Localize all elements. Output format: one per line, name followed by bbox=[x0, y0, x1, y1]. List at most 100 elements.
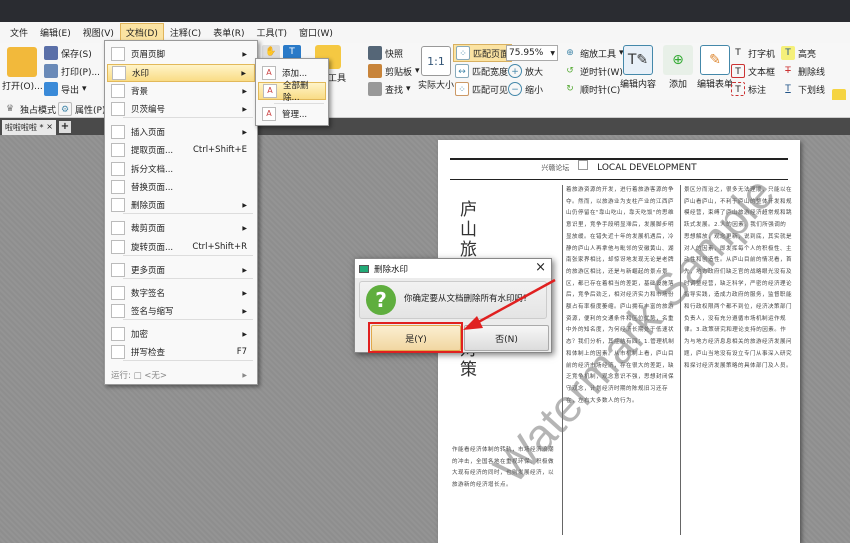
menu-item-label: 贝茨编号 bbox=[131, 105, 166, 115]
print-label: 打印(P)... bbox=[61, 67, 101, 78]
menu-item[interactable]: 更多页面 ▶ bbox=[107, 261, 255, 279]
fit-page-button[interactable]: ⁘ 匹配页面 bbox=[453, 44, 513, 62]
watermark-manage-item[interactable]: A 管理... bbox=[258, 105, 326, 123]
zoom-tool-button[interactable]: ⊕ 缩放工具 ▾ bbox=[563, 46, 623, 60]
exclusive-label: 独占模式 bbox=[20, 105, 57, 116]
textbox-button[interactable]: T 文本框 bbox=[731, 64, 775, 78]
exclusive-mode-button[interactable]: ♛ 独占模式 bbox=[3, 102, 56, 116]
menu-file[interactable]: 文件 bbox=[4, 23, 34, 42]
menu-item[interactable]: 拆分文档... bbox=[107, 160, 255, 178]
strikeout-icon: T bbox=[785, 66, 791, 76]
menu-item-label: 水印 bbox=[132, 69, 150, 79]
menu-separator bbox=[123, 117, 253, 118]
export-label: 导出 bbox=[61, 85, 80, 96]
zoom-out-label: 缩小 bbox=[525, 85, 544, 96]
typewriter-icon: T bbox=[735, 48, 741, 58]
menu-separator bbox=[123, 319, 253, 320]
new-tab-button[interactable]: + bbox=[59, 121, 71, 133]
menu-item-label: 裁剪页面 bbox=[131, 224, 166, 234]
clipboard-icon bbox=[368, 64, 382, 78]
menu-item-label: 页眉页脚 bbox=[131, 50, 166, 60]
menu-window[interactable]: 窗口(W) bbox=[293, 23, 339, 42]
menu-item[interactable]: 运行: □ <无> ▶ bbox=[107, 366, 255, 384]
split-doc-icon bbox=[111, 162, 125, 176]
highlight-annotation-box bbox=[368, 322, 463, 353]
chevron-right-icon: ▶ bbox=[242, 307, 247, 315]
watermark-remove-all-item[interactable]: A 全部删除... bbox=[258, 81, 326, 103]
chevron-right-icon: ▶ bbox=[242, 201, 247, 209]
tab-close-button[interactable]: × bbox=[46, 122, 53, 133]
chevron-right-icon: ▶ bbox=[242, 128, 247, 136]
menu-item[interactable]: 数字签名 ▶ bbox=[107, 284, 255, 302]
zoom-combo[interactable]: 75.95% ▼ bbox=[506, 45, 558, 61]
underline-button[interactable]: T 下划线 bbox=[781, 82, 825, 96]
chevron-right-icon: ▶ bbox=[242, 266, 247, 274]
print-button[interactable]: 打印(P)... bbox=[44, 64, 100, 78]
zoom-out-button[interactable]: − 缩小 bbox=[508, 82, 543, 96]
chevron-down-icon: ▼ bbox=[550, 49, 555, 57]
edit-content-button[interactable]: T✎ 编辑内容 bbox=[620, 45, 656, 90]
find-button[interactable]: 查找 ▾ bbox=[368, 82, 411, 96]
strikeout-label: 删除线 bbox=[798, 67, 826, 78]
snapshot-button[interactable]: 快照 bbox=[368, 46, 403, 60]
chevron-right-icon: ▶ bbox=[242, 105, 247, 113]
insert-page-icon bbox=[111, 125, 125, 139]
digital-signature-icon bbox=[111, 286, 125, 300]
menu-item[interactable]: 加密 ▶ bbox=[107, 325, 255, 343]
underline-label: 下划线 bbox=[798, 85, 826, 96]
menu-separator bbox=[123, 213, 253, 214]
rotate-ccw-icon: ↺ bbox=[566, 66, 574, 76]
magnifier-icon: ⊕ bbox=[566, 48, 574, 58]
document-tab[interactable]: 啦啦啦啦 * × bbox=[2, 120, 56, 135]
more-pages-icon bbox=[111, 263, 125, 277]
actual-size-button[interactable]: 1:1 实际大小 bbox=[418, 46, 454, 91]
rotate-page-icon bbox=[111, 240, 125, 254]
menu-item[interactable]: 页眉页脚 ▶ bbox=[107, 45, 255, 63]
menu-item[interactable]: 删除页面 ▶ bbox=[107, 196, 255, 214]
menu-item[interactable]: 旋转页面... Ctrl+Shift+R bbox=[107, 238, 255, 256]
chevron-right-icon: ▶ bbox=[242, 50, 247, 58]
tab-label: 啦啦啦啦 * bbox=[5, 123, 44, 132]
zoom-in-label: 放大 bbox=[525, 67, 544, 78]
header-en: LOCAL DEVELOPMENT bbox=[597, 163, 697, 173]
zoom-in-button[interactable]: + 放大 bbox=[508, 64, 543, 78]
highlight-button[interactable]: T 高亮 bbox=[781, 46, 816, 60]
rotate-cw-icon: ↻ bbox=[566, 84, 574, 94]
chevron-right-icon: ▶ bbox=[242, 224, 247, 232]
edit-form-button[interactable]: ✎ 编辑表单 bbox=[697, 45, 733, 90]
fit-visible-button[interactable]: ⁘ 匹配可见 bbox=[455, 82, 508, 96]
strikeout-button[interactable]: T 删除线 bbox=[781, 64, 825, 78]
menu-item[interactable]: 签名与缩写 ▶ bbox=[107, 302, 255, 320]
callout-button[interactable]: T 标注 bbox=[731, 82, 766, 96]
menu-item[interactable]: 插入页面 ▶ bbox=[107, 123, 255, 141]
menu-separator bbox=[123, 255, 253, 256]
open-button[interactable]: 打开(O)... bbox=[2, 47, 43, 92]
fit-width-button[interactable]: ↔ 匹配宽度 bbox=[455, 64, 508, 78]
rotate-cw-button[interactable]: ↻ 顺时针(C) bbox=[563, 82, 620, 96]
menu-item[interactable]: 拼写检查 F7 bbox=[107, 343, 255, 361]
export-button[interactable]: 导出 ▾ bbox=[44, 82, 87, 96]
save-button[interactable]: 保存(S) bbox=[44, 46, 92, 60]
menu-item[interactable]: 替换页面... bbox=[107, 178, 255, 196]
menu-item[interactable]: 裁剪页面 ▶ bbox=[107, 219, 255, 237]
menu-item[interactable]: 水印 ▶ bbox=[107, 64, 255, 82]
menu-item[interactable]: 贝茨编号 ▶ bbox=[107, 100, 255, 118]
crown-icon: ♛ bbox=[5, 104, 15, 114]
menu-item-label: 拼写检查 bbox=[131, 348, 166, 358]
menu-item[interactable]: 背景 ▶ bbox=[107, 82, 255, 100]
menu-item-label: 拆分文档... bbox=[131, 165, 174, 175]
bates-icon bbox=[111, 102, 125, 116]
open-label: 打开(O)... bbox=[2, 82, 43, 92]
menu-item-label: 加密 bbox=[131, 330, 149, 340]
menu-shortcut: F7 bbox=[236, 347, 247, 357]
menu-item[interactable]: 提取页面... Ctrl+Shift+E bbox=[107, 141, 255, 159]
find-label: 查找 bbox=[385, 85, 404, 96]
clipboard-button[interactable]: 剪贴板 ▾ bbox=[368, 64, 420, 78]
add-button[interactable]: ⊕ 添加 bbox=[663, 45, 693, 90]
menu-item-label: 签名与缩写 bbox=[131, 307, 174, 317]
typewriter-button[interactable]: T 打字机 bbox=[731, 46, 775, 60]
extract-page-icon bbox=[111, 143, 125, 157]
properties-icon: ⚙ bbox=[58, 102, 72, 116]
menu-edit[interactable]: 编辑(E) bbox=[34, 23, 77, 42]
rotate-ccw-button[interactable]: ↺ 逆时针(W) bbox=[563, 64, 623, 78]
